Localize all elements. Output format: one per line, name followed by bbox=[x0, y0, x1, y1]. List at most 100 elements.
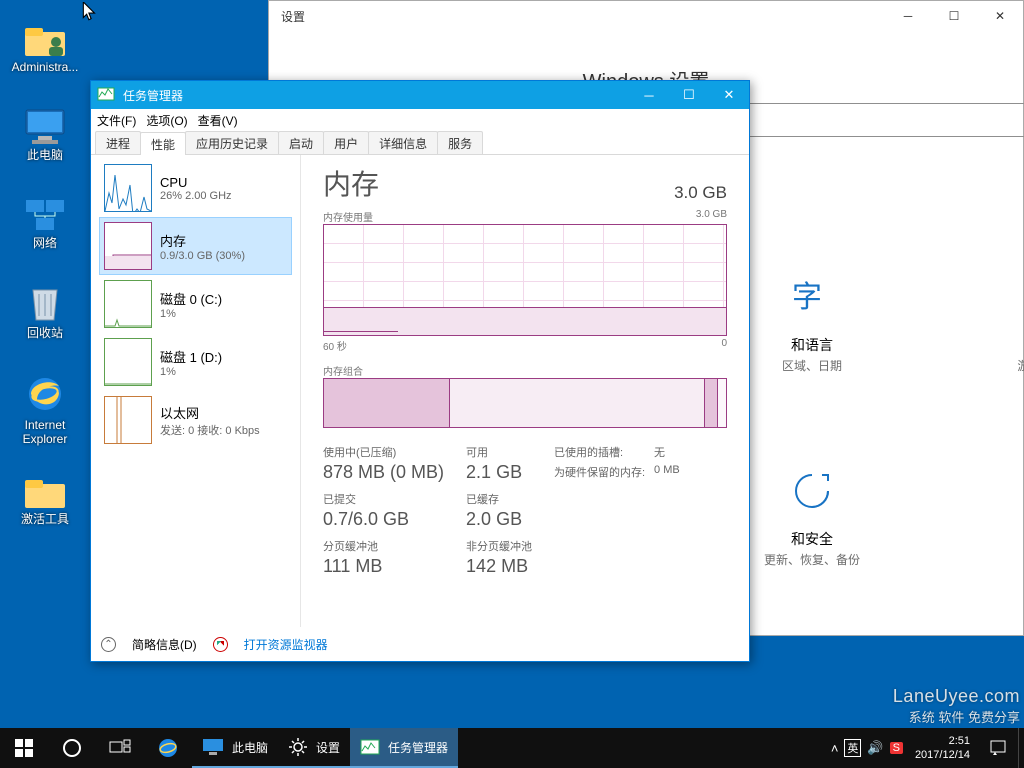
clock-date: 2017/12/14 bbox=[915, 748, 970, 762]
sidebar-item-disk-c[interactable]: 磁盘 0 (C:)1% bbox=[99, 275, 292, 333]
desktop-icon-label: Internet Explorer bbox=[6, 418, 84, 446]
desktop-icon-label: 此电脑 bbox=[6, 148, 84, 162]
tab-users[interactable]: 用户 bbox=[323, 131, 369, 154]
category-subtitle: 游戏栏、DVR、广播、游戏模式 bbox=[1015, 359, 1024, 389]
tab-processes[interactable]: 进程 bbox=[95, 131, 141, 154]
memory-usage-chart bbox=[323, 224, 727, 336]
sidebar-title: 内存 bbox=[160, 231, 245, 250]
taskbar-app-task-manager[interactable]: 任务管理器 bbox=[350, 728, 458, 768]
stat-label: 为硬件保留的内存: bbox=[554, 464, 645, 480]
stat-value: 2.1 GB bbox=[466, 462, 532, 483]
taskbar-ie[interactable] bbox=[144, 728, 192, 768]
stat-label: 已缓存 bbox=[466, 491, 532, 507]
tm-close-button[interactable]: ✕ bbox=[709, 81, 749, 109]
category-title: 和语言 bbox=[737, 335, 887, 355]
desktop-icon-label: Administra... bbox=[6, 60, 84, 74]
task-manager-icon bbox=[97, 85, 117, 105]
tab-performance[interactable]: 性能 bbox=[140, 132, 186, 155]
desktop-watermark: LaneUyee.com 系统 软件 免费分享 bbox=[893, 686, 1020, 726]
gear-icon bbox=[288, 737, 308, 757]
taskbar-app-this-pc[interactable]: 此电脑 bbox=[192, 728, 278, 768]
action-center-button[interactable] bbox=[978, 728, 1018, 768]
desktop-icon-activation-tools[interactable]: 激活工具 bbox=[6, 474, 84, 526]
chevron-up-icon[interactable]: ⌃ bbox=[101, 637, 116, 652]
taskbar-app-label: 任务管理器 bbox=[388, 739, 448, 756]
tray-sogou-icon[interactable]: S bbox=[890, 742, 903, 754]
stat-value: 0 MB bbox=[654, 464, 694, 480]
settings-search-box[interactable]: ⌕ bbox=[743, 103, 1024, 137]
category-title: 游戏 bbox=[1015, 335, 1024, 355]
stat-label: 非分页缓冲池 bbox=[466, 538, 532, 554]
tab-details[interactable]: 详细信息 bbox=[368, 131, 438, 154]
ethernet-thumbnail-chart bbox=[104, 396, 152, 444]
category-subtitle: 区域、日期 bbox=[737, 359, 887, 374]
taskbar-clock[interactable]: 2:51 2017/12/14 bbox=[907, 734, 978, 762]
stat-value: 111 MB bbox=[323, 556, 444, 577]
tray-volume-icon[interactable]: 🔊 bbox=[867, 740, 883, 756]
settings-minimize-button[interactable]: ─ bbox=[885, 1, 931, 31]
tab-app-history[interactable]: 应用历史记录 bbox=[185, 131, 279, 154]
task-manager-footer: ⌃ 简略信息(D) 打开资源监视器 bbox=[91, 627, 749, 661]
settings-category-time-language[interactable]: 字 和语言 区域、日期 bbox=[737, 269, 887, 389]
category-subtitle: 更新、恢复、备份 bbox=[737, 553, 887, 568]
memory-thumbnail-chart bbox=[104, 222, 152, 270]
menu-options[interactable]: 选项(O) bbox=[146, 112, 187, 129]
cortana-button[interactable] bbox=[48, 728, 96, 768]
desktop-icon-network[interactable]: 网络 bbox=[6, 196, 84, 250]
memory-heading: 内存 bbox=[323, 163, 379, 203]
settings-close-button[interactable]: ✕ bbox=[977, 1, 1023, 31]
sidebar-subtitle: 发送: 0 接收: 0 Kbps bbox=[160, 422, 260, 438]
task-manager-titlebar[interactable]: 任务管理器 ─ ☐ ✕ bbox=[91, 81, 749, 109]
stat-label: 使用中(已压缩) bbox=[323, 444, 444, 460]
task-manager-menubar: 文件(F) 选项(O) 查看(V) bbox=[91, 109, 749, 131]
sidebar-subtitle: 0.9/3.0 GB (30%) bbox=[160, 250, 245, 262]
memory-composition-label: 内存组合 bbox=[323, 363, 363, 378]
performance-main-memory: 内存 3.0 GB 内存使用量3.0 GB 60 秒0 内存组合 使用中(已压缩… bbox=[301, 155, 749, 627]
system-tray[interactable]: ˄ 英 🔊 S bbox=[831, 739, 907, 757]
memory-total: 3.0 GB bbox=[674, 183, 727, 203]
clock-time: 2:51 bbox=[915, 734, 970, 748]
tray-chevron-up-icon[interactable]: ˄ bbox=[831, 741, 839, 756]
sidebar-item-ethernet[interactable]: 以太网发送: 0 接收: 0 Kbps bbox=[99, 391, 292, 449]
taskbar-app-label: 此电脑 bbox=[232, 739, 268, 756]
settings-maximize-button[interactable]: ☐ bbox=[931, 1, 977, 31]
stat-label: 已提交 bbox=[323, 491, 444, 507]
sidebar-subtitle: 1% bbox=[160, 366, 222, 378]
stat-value: 142 MB bbox=[466, 556, 532, 577]
task-view-button[interactable] bbox=[96, 728, 144, 768]
sidebar-item-cpu[interactable]: CPU26% 2.00 GHz bbox=[99, 159, 292, 217]
pc-icon bbox=[202, 738, 224, 756]
brief-info-link[interactable]: 简略信息(D) bbox=[132, 636, 197, 653]
settings-category-gaming[interactable]: 游戏 游戏栏、DVR、广播、游戏模式 bbox=[1015, 269, 1024, 389]
menu-file[interactable]: 文件(F) bbox=[97, 112, 136, 129]
stat-label: 已使用的插槽: bbox=[554, 444, 623, 460]
tm-minimize-button[interactable]: ─ bbox=[629, 81, 669, 109]
tray-ime-icon[interactable]: 英 bbox=[844, 739, 861, 757]
settings-category-update-security[interactable]: 和安全 更新、恢复、备份 bbox=[737, 463, 887, 568]
desktop-icon-recycle-bin[interactable]: 回收站 bbox=[6, 284, 84, 340]
sidebar-item-memory[interactable]: 内存0.9/3.0 GB (30%) bbox=[99, 217, 292, 275]
tab-startup[interactable]: 启动 bbox=[278, 131, 324, 154]
disk-thumbnail-chart bbox=[104, 280, 152, 328]
performance-sidebar: CPU26% 2.00 GHz 内存0.9/3.0 GB (30%) 磁盘 0 … bbox=[91, 155, 301, 627]
task-manager-window[interactable]: 任务管理器 ─ ☐ ✕ 文件(F) 选项(O) 查看(V) 进程 性能 应用历史… bbox=[90, 80, 750, 662]
sidebar-item-disk-d[interactable]: 磁盘 1 (D:)1% bbox=[99, 333, 292, 391]
sidebar-title: 磁盘 0 (C:) bbox=[160, 289, 222, 308]
open-resource-monitor-link[interactable]: 打开资源监视器 bbox=[244, 636, 328, 653]
tm-maximize-button[interactable]: ☐ bbox=[669, 81, 709, 109]
desktop-icon-ie[interactable]: Internet Explorer bbox=[6, 372, 84, 446]
sidebar-title: CPU bbox=[160, 175, 232, 190]
tab-services[interactable]: 服务 bbox=[437, 131, 483, 154]
desktop-icon-this-pc[interactable]: 此电脑 bbox=[6, 108, 84, 162]
show-desktop-button[interactable] bbox=[1018, 728, 1024, 768]
stat-value: 0.7/6.0 GB bbox=[323, 509, 444, 530]
svg-text:字: 字 bbox=[792, 281, 822, 314]
taskbar: 此电脑 设置 任务管理器 ˄ 英 🔊 S 2:51 2017/12/14 bbox=[0, 728, 1024, 768]
start-button[interactable] bbox=[0, 728, 48, 768]
desktop-icon-administrator[interactable]: Administra... bbox=[6, 22, 84, 74]
taskbar-app-settings[interactable]: 设置 bbox=[278, 728, 350, 768]
task-manager-icon bbox=[360, 738, 380, 756]
sidebar-title: 以太网 bbox=[160, 403, 260, 422]
sidebar-subtitle: 1% bbox=[160, 308, 222, 320]
menu-view[interactable]: 查看(V) bbox=[198, 112, 238, 129]
